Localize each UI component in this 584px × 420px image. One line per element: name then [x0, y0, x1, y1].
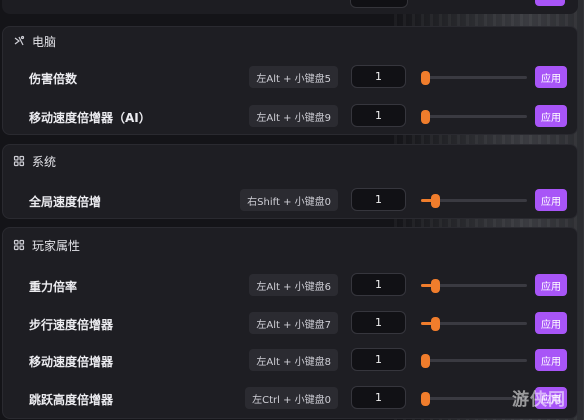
hotkey-badge: 左Alt + 小键盘5	[249, 66, 338, 88]
slider-thumb[interactable]	[421, 110, 430, 124]
slider-thumb[interactable]	[431, 279, 440, 293]
section-pc: 电脑 伤害倍数 左Alt + 小键盘5 应用 移动速度倍增器（AI） 左Alt …	[2, 26, 578, 135]
setting-label: 全局速度倍增	[29, 195, 102, 209]
setting-label: 重力倍率	[29, 280, 78, 294]
setting-row: 移动速度倍增器 左Alt + 小键盘8 应用	[3, 348, 579, 374]
value-slider[interactable]	[421, 110, 527, 124]
hotkey-badge: 左Alt + 小键盘9	[249, 105, 338, 127]
section-header: 玩家属性	[13, 235, 80, 255]
apply-button[interactable]: 应用	[535, 349, 567, 371]
setting-row: 移动速度倍增器（AI） 左Alt + 小键盘9 应用	[3, 104, 579, 130]
setting-label: 移动速度倍增器	[29, 355, 114, 369]
setting-label: 移动速度倍增器（AI）	[29, 111, 151, 125]
apply-button[interactable]: 应用	[535, 189, 567, 211]
setting-row: 伤害倍数 左Alt + 小键盘5 应用	[3, 65, 579, 91]
value-input[interactable]	[351, 188, 406, 211]
setting-label: 步行速度倍增器	[29, 318, 114, 332]
hotkey-badge: 左Alt + 小键盘8	[249, 349, 338, 371]
apply-button[interactable]: 应用	[535, 274, 567, 296]
value-input[interactable]	[351, 311, 406, 334]
slider-track	[421, 397, 527, 400]
value-slider[interactable]	[421, 71, 527, 85]
slider-track	[421, 359, 527, 362]
value-slider[interactable]	[421, 194, 527, 208]
setting-label: 跳跃高度倍增器	[29, 393, 114, 407]
section-player: 玩家属性 重力倍率 左Alt + 小键盘6 应用 步行速度倍增器 左Alt + …	[2, 227, 578, 419]
apply-button[interactable]: 应用	[535, 105, 567, 127]
setting-row: 跳跃高度倍增器 左Ctrl + 小键盘0 应用	[3, 386, 579, 412]
value-input[interactable]	[351, 273, 406, 296]
section-title: 系统	[32, 154, 57, 169]
value-input[interactable]	[351, 104, 406, 127]
section-system: 系统 全局速度倍增 右Shift + 小键盘0 应用	[2, 144, 578, 219]
apply-button[interactable]: 应用	[535, 66, 567, 88]
value-slider[interactable]	[421, 317, 527, 331]
section-header: 电脑	[13, 31, 56, 51]
hotkey-badge: 左Ctrl + 小键盘0	[245, 387, 338, 409]
slider-track	[421, 115, 527, 118]
apply-button[interactable]: 应用	[535, 387, 567, 409]
slider-track	[421, 76, 527, 79]
section-title: 玩家属性	[32, 238, 81, 253]
setting-row: 重力倍率 左Alt + 小键盘6 应用	[3, 273, 579, 299]
setting-label: 伤害倍数	[29, 72, 78, 86]
setting-row: 步行速度倍增器 左Alt + 小键盘7 应用	[3, 311, 579, 337]
slider-thumb[interactable]	[431, 317, 440, 331]
slider-thumb[interactable]	[431, 194, 440, 208]
player-icon	[13, 239, 25, 251]
value-input[interactable]	[351, 386, 406, 409]
value-input[interactable]	[351, 65, 406, 88]
system-icon	[13, 155, 25, 167]
hotkey-badge: 左Alt + 小键盘6	[249, 274, 338, 296]
pc-icon	[13, 35, 25, 47]
value-slider[interactable]	[421, 279, 527, 293]
previous-section-strip	[2, 0, 578, 14]
slider-thumb[interactable]	[421, 354, 430, 368]
slider-thumb[interactable]	[421, 71, 430, 85]
partial-apply-button[interactable]	[535, 0, 565, 6]
hotkey-badge: 左Alt + 小键盘7	[249, 312, 338, 334]
slider-thumb[interactable]	[421, 392, 430, 406]
hotkey-badge: 右Shift + 小键盘0	[240, 189, 338, 211]
setting-row: 全局速度倍增 右Shift + 小键盘0 应用	[3, 188, 579, 214]
value-input[interactable]	[351, 348, 406, 371]
section-header: 系统	[13, 151, 56, 171]
value-slider[interactable]	[421, 392, 527, 406]
section-title: 电脑	[32, 34, 57, 49]
apply-button[interactable]: 应用	[535, 312, 567, 334]
partial-value-input[interactable]	[350, 0, 408, 8]
value-slider[interactable]	[421, 354, 527, 368]
